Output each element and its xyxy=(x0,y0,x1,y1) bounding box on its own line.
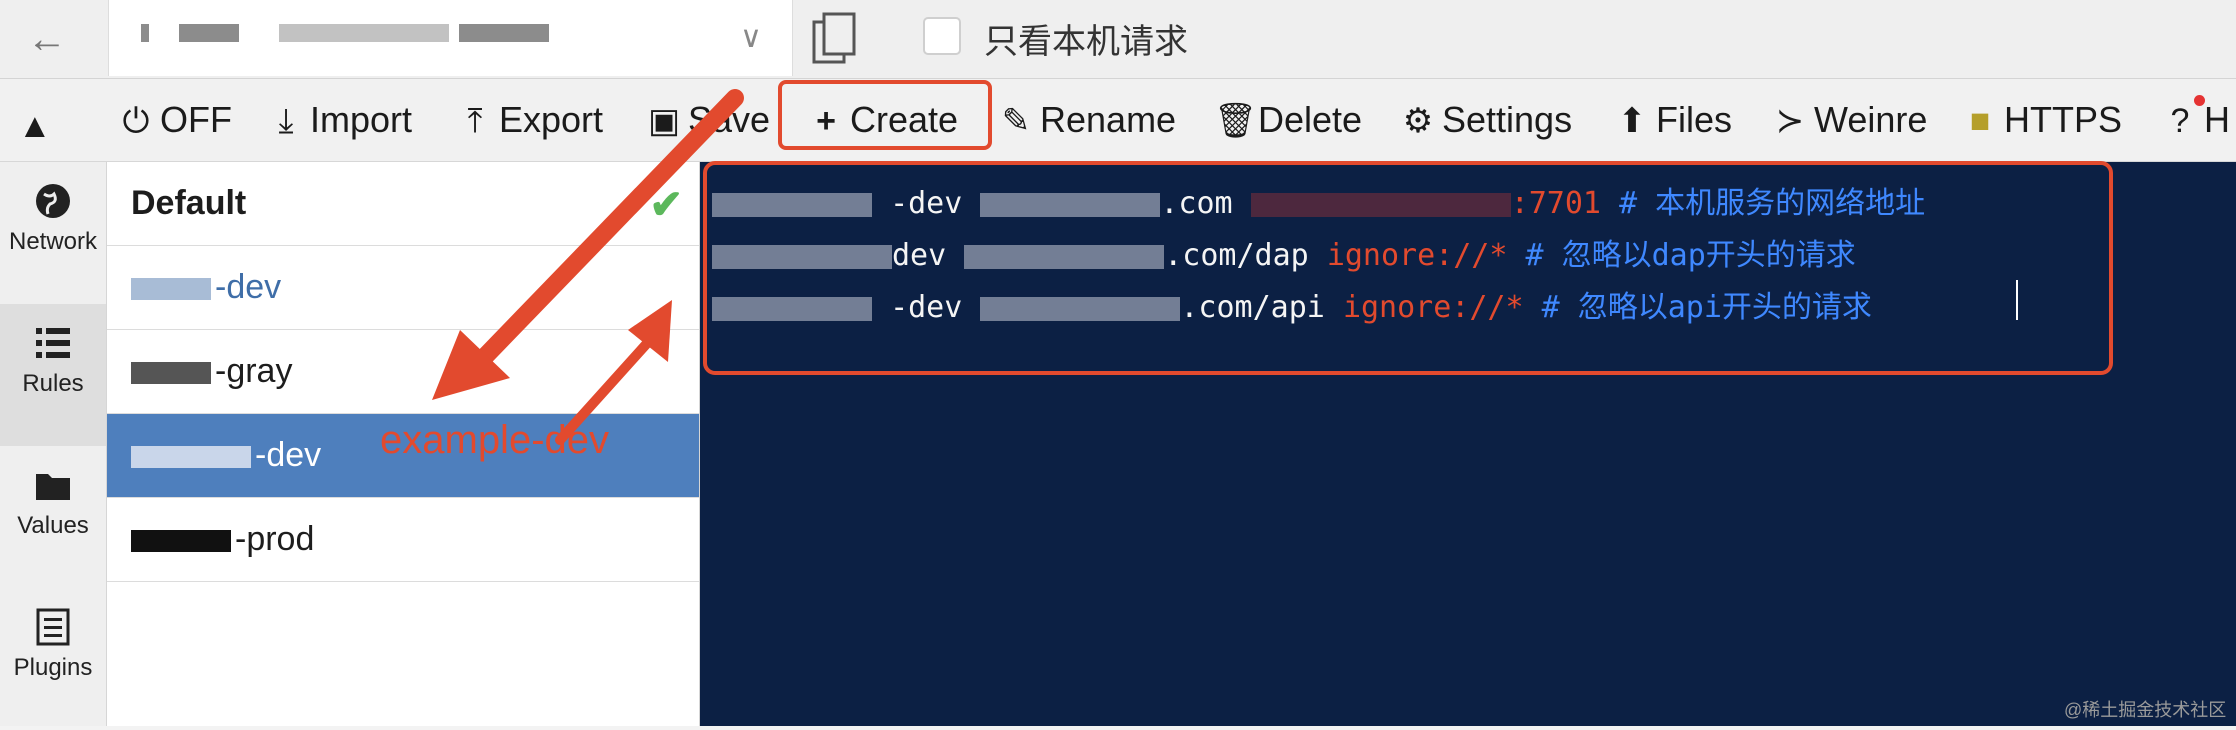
annotation-arrows xyxy=(432,89,744,445)
watermark: @稀土掘金技术社区 xyxy=(2064,700,2227,720)
annotation-label: example-dev xyxy=(380,418,610,462)
